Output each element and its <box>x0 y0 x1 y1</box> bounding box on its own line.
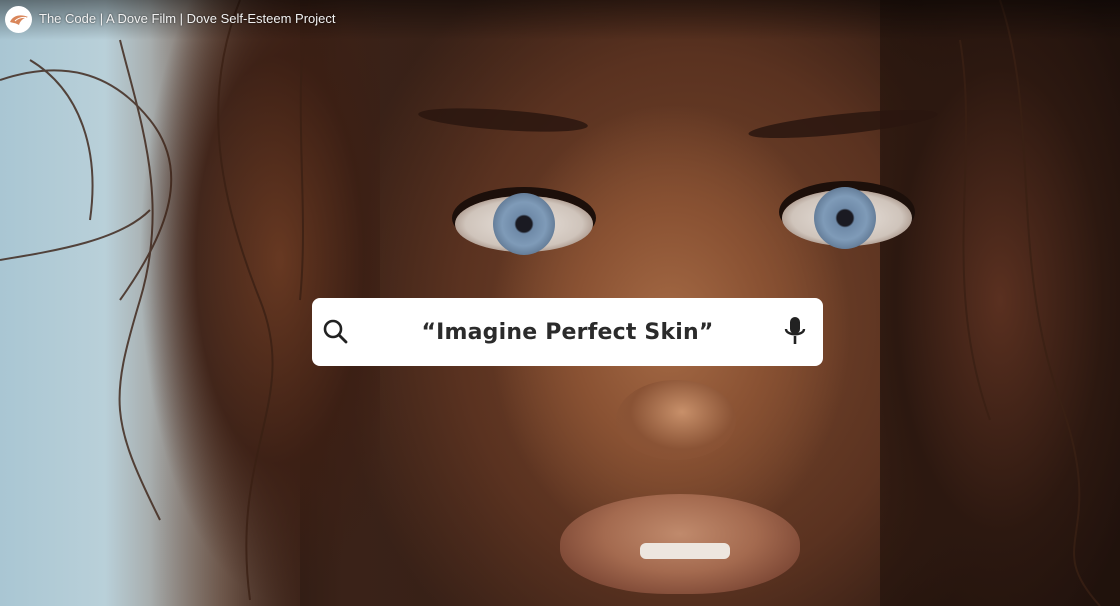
teeth <box>640 543 730 559</box>
right-iris <box>814 187 876 249</box>
video-title-bar: The Code | A Dove Film | Dove Self-Estee… <box>0 0 1120 40</box>
channel-avatar[interactable] <box>5 6 32 33</box>
search-query-text: “Imagine Perfect Skin” <box>421 319 714 345</box>
right-eye <box>782 187 912 249</box>
video-title[interactable]: The Code | A Dove Film | Dove Self-Estee… <box>39 11 335 26</box>
microphone-icon <box>784 317 806 344</box>
nose <box>616 380 736 460</box>
dove-logo-icon <box>9 14 28 25</box>
left-iris <box>493 193 555 255</box>
left-eye <box>455 193 593 255</box>
